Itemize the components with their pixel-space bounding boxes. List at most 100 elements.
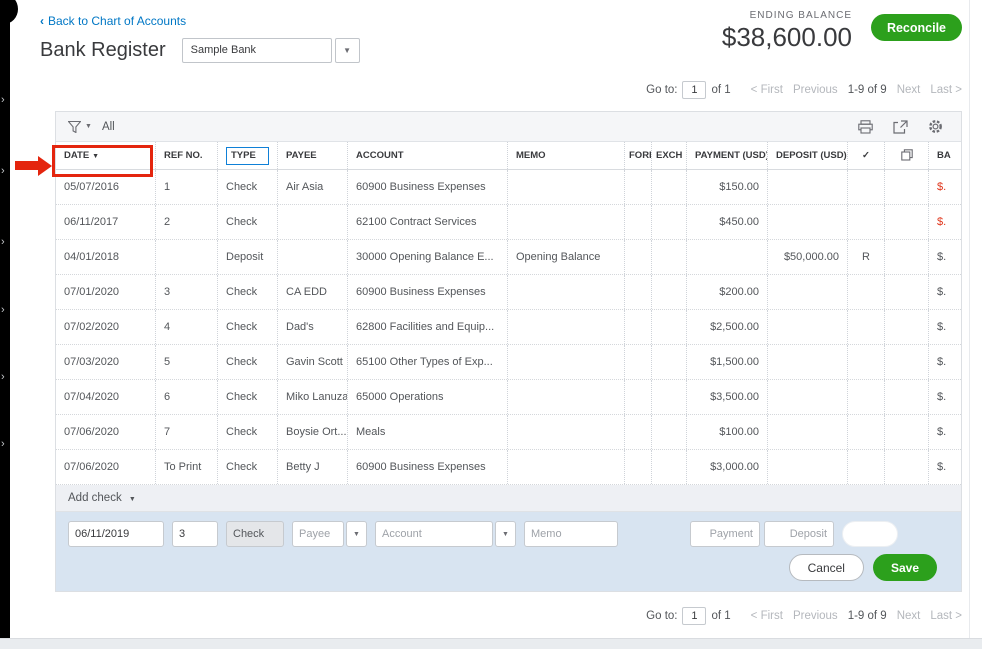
table-row[interactable]: 07/06/2020 To Print Check Betty J 60900 … xyxy=(56,450,962,485)
back-chevron-icon: ‹ xyxy=(40,14,44,28)
header-attachments[interactable] xyxy=(885,142,929,169)
header-ref[interactable]: REF NO. xyxy=(156,142,218,169)
gear-icon[interactable] xyxy=(928,119,943,134)
header-payment[interactable]: PAYMENT (USD) xyxy=(687,142,768,169)
next-page-link[interactable]: Next xyxy=(897,84,921,96)
sidebar-expand-icon[interactable]: › xyxy=(1,95,5,105)
bank-account-value[interactable]: Sample Bank xyxy=(182,38,332,63)
table-row[interactable]: 05/07/2016 1 Check Air Asia 60900 Busine… xyxy=(56,170,962,205)
header-account[interactable]: ACCOUNT xyxy=(348,142,508,169)
deposit-cell xyxy=(768,415,848,449)
ending-balance-label: ENDING BALANCE xyxy=(722,10,852,21)
foreign-cell xyxy=(625,415,652,449)
header-type[interactable]: TYPE xyxy=(218,142,278,169)
header-memo[interactable]: MEMO xyxy=(508,142,625,169)
export-icon[interactable] xyxy=(893,120,908,134)
table-row[interactable]: 07/02/2020 4 Check Dad's 62800 Facilitie… xyxy=(56,310,962,345)
back-link-label: Back to Chart of Accounts xyxy=(48,14,186,28)
table-row[interactable]: 07/01/2020 3 Check CA EDD 60900 Business… xyxy=(56,275,962,310)
payee-cell xyxy=(278,240,348,274)
table-header-row: DATE▼ REF NO. TYPE PAYEE ACCOUNT MEMO FO… xyxy=(56,142,962,170)
ref-cell: 3 xyxy=(156,275,218,309)
back-to-chart-link[interactable]: ‹ Back to Chart of Accounts xyxy=(40,14,186,28)
account-dropdown-button[interactable]: ▼ xyxy=(495,521,516,547)
previous-page-link[interactable]: Previous xyxy=(793,84,838,96)
foreign-cell xyxy=(625,310,652,344)
filter-funnel-icon[interactable] xyxy=(68,121,81,133)
sidebar-expand-icon[interactable]: › xyxy=(1,166,5,176)
attachment-cell xyxy=(885,450,929,484)
last-page-link[interactable]: Last > xyxy=(930,84,962,96)
reconcile-status-cell xyxy=(848,415,885,449)
header-reconcile-check[interactable]: ✓ xyxy=(848,142,885,169)
last-page-link[interactable]: Last > xyxy=(930,610,962,622)
filter-caret-icon[interactable]: ▼ xyxy=(85,123,92,130)
payment-cell: $3,500.00 xyxy=(687,380,768,414)
table-row[interactable]: 07/04/2020 6 Check Miko Lanuza 65000 Ope… xyxy=(56,380,962,415)
attachment-cell xyxy=(885,170,929,204)
account-cell: 60900 Business Expenses xyxy=(348,450,508,484)
deposit-cell xyxy=(768,345,848,379)
payee-cell: Betty J xyxy=(278,450,348,484)
edit-account-input[interactable] xyxy=(375,521,493,547)
header-balance[interactable]: BA xyxy=(929,142,962,169)
attachment-cell xyxy=(885,240,929,274)
save-button[interactable]: Save xyxy=(873,554,937,581)
table-row[interactable]: 06/11/2017 2 Check 62100 Contract Servic… xyxy=(56,205,962,240)
header-exchange[interactable]: EXCH xyxy=(652,142,687,169)
page-number-input[interactable] xyxy=(682,81,706,99)
cancel-button[interactable]: Cancel xyxy=(789,554,864,581)
header-deposit[interactable]: DEPOSIT (USD) xyxy=(768,142,848,169)
bank-account-select[interactable]: Sample Bank ▼ xyxy=(182,38,360,63)
sidebar-expand-icon[interactable]: › xyxy=(1,372,5,382)
reconcile-status-cell xyxy=(848,380,885,414)
edit-memo-input[interactable] xyxy=(524,521,618,547)
edit-date-input[interactable] xyxy=(68,521,164,547)
page-header: ‹Back to Chart of Accounts Bank Register… xyxy=(10,0,982,65)
edit-payment-input[interactable] xyxy=(690,521,760,547)
table-row[interactable]: 07/03/2020 5 Check Gavin Scott 65100 Oth… xyxy=(56,345,962,380)
filter-value[interactable]: All xyxy=(102,121,115,133)
account-cell: 30000 Opening Balance E... xyxy=(348,240,508,274)
payee-cell xyxy=(278,205,348,239)
ref-cell: 1 xyxy=(156,170,218,204)
account-cell: 62100 Contract Services xyxy=(348,205,508,239)
table-row[interactable]: 04/01/2018 Deposit 30000 Opening Balance… xyxy=(56,240,962,275)
table-row[interactable]: 07/06/2020 7 Check Boysie Ort... Meals $… xyxy=(56,415,962,450)
check-icon: ✓ xyxy=(862,150,870,161)
first-page-link[interactable]: < First xyxy=(751,610,783,622)
ref-cell: 6 xyxy=(156,380,218,414)
goto-label: Go to: xyxy=(646,84,677,96)
next-page-link[interactable]: Next xyxy=(897,610,921,622)
collapsed-sidebar[interactable]: › › › › › › xyxy=(0,0,10,649)
foreign-cell xyxy=(625,240,652,274)
attachment-cell xyxy=(885,345,929,379)
bank-account-caret-button[interactable]: ▼ xyxy=(335,38,360,63)
reconcile-status-cell xyxy=(848,170,885,204)
reconcile-status-cell xyxy=(848,345,885,379)
balance-cell: $. xyxy=(929,415,962,449)
edit-status-pill[interactable] xyxy=(842,521,898,547)
reconcile-button[interactable]: Reconcile xyxy=(871,14,962,41)
previous-page-link[interactable]: Previous xyxy=(793,610,838,622)
sidebar-expand-icon[interactable]: › xyxy=(1,439,5,449)
first-page-link[interactable]: < First xyxy=(751,84,783,96)
deposit-cell xyxy=(768,205,848,239)
print-icon[interactable] xyxy=(858,120,873,134)
header-foreign[interactable]: FORE xyxy=(625,142,652,169)
edit-deposit-input[interactable] xyxy=(764,521,834,547)
add-check-dropdown[interactable]: Add check ▼ xyxy=(56,485,961,512)
edit-payee-input[interactable] xyxy=(292,521,344,547)
payee-dropdown-button[interactable]: ▼ xyxy=(346,521,367,547)
attachment-cell xyxy=(885,205,929,239)
reconcile-status-cell xyxy=(848,275,885,309)
header-payee[interactable]: PAYEE xyxy=(278,142,348,169)
type-cell: Check xyxy=(218,345,278,379)
edit-ref-input[interactable] xyxy=(172,521,218,547)
header-date[interactable]: DATE▼ xyxy=(56,142,156,169)
page-number-input[interactable] xyxy=(682,607,706,625)
sidebar-expand-icon[interactable]: › xyxy=(1,237,5,247)
sidebar-expand-icon[interactable]: › xyxy=(1,305,5,315)
table-toolbar: ▼ All xyxy=(56,112,961,142)
ref-cell: 7 xyxy=(156,415,218,449)
